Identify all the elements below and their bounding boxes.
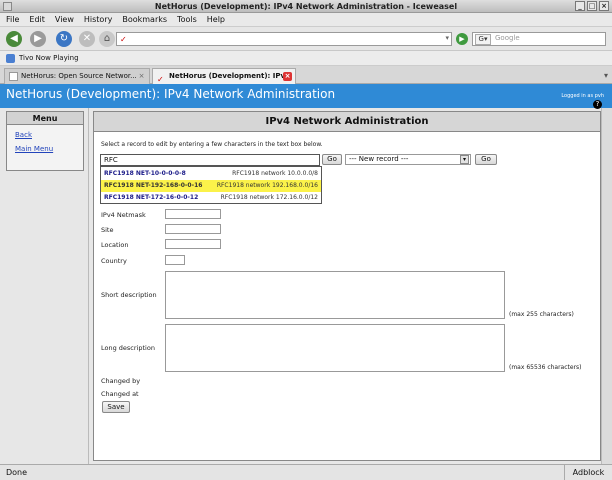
- reload-icon[interactable]: ↻: [56, 31, 72, 47]
- autocomplete-name: RFC1918 NET-192-168-0-0-16: [104, 182, 203, 189]
- autocomplete-item[interactable]: RFC1918 NET-10-0-0-0-8 RFC1918 network 1…: [101, 168, 321, 180]
- menu-bar: File Edit View History Bookmarks Tools Help: [0, 13, 612, 27]
- short-description-hint: (max 255 characters): [509, 311, 574, 318]
- new-record-select[interactable]: --- New record --- ▾: [345, 154, 471, 165]
- record-search-input[interactable]: RFC: [100, 154, 320, 166]
- maximize-button[interactable]: □: [587, 1, 597, 11]
- tab-label: NetHorus (Development): IPv...: [169, 72, 293, 80]
- page-icon: [9, 72, 18, 81]
- changed-at-label: Changed at: [101, 390, 139, 398]
- country-label: Country: [101, 257, 127, 265]
- menu-edit[interactable]: Edit: [29, 15, 45, 24]
- autocomplete-dropdown: RFC1918 NET-10-0-0-0-8 RFC1918 network 1…: [100, 166, 322, 204]
- save-button[interactable]: Save: [102, 401, 130, 413]
- status-bar: Done Adblock: [0, 464, 612, 480]
- short-description-textarea[interactable]: [165, 271, 505, 319]
- site-field[interactable]: [165, 224, 221, 234]
- url-dropdown-icon[interactable]: ▾: [445, 34, 449, 42]
- long-description-textarea[interactable]: [165, 324, 505, 372]
- menu-help[interactable]: Help: [207, 15, 225, 24]
- go-button[interactable]: Go: [322, 154, 342, 165]
- back-arrow-icon[interactable]: ◀: [6, 31, 22, 47]
- autocomplete-desc: RFC1918 network 192.168.0.0/16: [216, 182, 318, 189]
- page-header: NetHorus (Development): IPv4 Network Adm…: [0, 84, 612, 109]
- menu-link-main-menu[interactable]: Main Menu: [15, 145, 83, 153]
- bookmark-icon: [6, 54, 15, 63]
- status-text: Done: [6, 468, 28, 477]
- short-description-label: Short description: [101, 291, 157, 299]
- record-search-value: RFC: [104, 156, 118, 164]
- page-title: NetHorus (Development): IPv4 Network Adm…: [6, 87, 336, 101]
- autocomplete-item-highlighted[interactable]: RFC1918 NET-192-168-0-0-16 RFC1918 netwo…: [101, 180, 321, 192]
- site-label: Site: [101, 226, 114, 234]
- tab-list-icon[interactable]: ▾: [604, 71, 608, 80]
- go-arrow-icon[interactable]: ▶: [456, 33, 468, 45]
- app-icon: [3, 2, 12, 11]
- menu-history[interactable]: History: [84, 15, 112, 24]
- chevron-down-icon[interactable]: ▾: [460, 155, 469, 164]
- menu-bookmarks[interactable]: Bookmarks: [122, 15, 167, 24]
- instruction-text: Select a record to edit by entering a fe…: [101, 141, 323, 148]
- autocomplete-desc: RFC1918 network 10.0.0.0/8: [232, 170, 318, 177]
- forward-arrow-icon[interactable]: ▶: [30, 31, 46, 47]
- sidebar-menu: Menu Back Main Menu: [6, 111, 84, 171]
- close-icon[interactable]: ×: [283, 72, 292, 81]
- close-window-button[interactable]: ×: [599, 1, 609, 11]
- menu-link-back[interactable]: Back: [15, 131, 83, 139]
- location-field[interactable]: [165, 239, 221, 249]
- search-placeholder: Google: [495, 34, 520, 42]
- menu-view[interactable]: View: [55, 15, 74, 24]
- new-record-value: --- New record ---: [349, 155, 409, 163]
- url-bar[interactable]: ✓ ▾: [116, 32, 452, 46]
- site-favicon-icon: ✓: [120, 35, 127, 44]
- menu-file[interactable]: File: [6, 15, 19, 24]
- search-box[interactable]: G▾ Google: [472, 32, 606, 46]
- long-description-hint: (max 65536 characters): [509, 364, 582, 371]
- page-scrollbar[interactable]: [601, 108, 612, 464]
- minimize-button[interactable]: _: [575, 1, 585, 11]
- close-icon[interactable]: ×: [137, 72, 146, 81]
- window-title: NetHorus (Development): IPv4 Network Adm…: [154, 2, 458, 11]
- search-engine-icon[interactable]: G▾: [475, 34, 491, 45]
- tab-label: NetHorus: Open Source Networ...: [21, 72, 137, 80]
- bookmark-tivo[interactable]: Tivo Now Playing: [19, 51, 79, 66]
- location-label: Location: [101, 241, 129, 249]
- tab-nethorus-development[interactable]: ✓ NetHorus (Development): IPv... ×: [152, 68, 296, 84]
- site-favicon-icon: ✓: [157, 75, 164, 84]
- autocomplete-name: RFC1918 NET-172-16-0-0-12: [104, 194, 199, 201]
- menu-title: Menu: [7, 112, 83, 125]
- netmask-label: IPv4 Netmask: [101, 211, 146, 219]
- window-titlebar: NetHorus (Development): IPv4 Network Adm…: [0, 0, 612, 13]
- panel-title: IPv4 Network Administration: [94, 112, 600, 132]
- go-new-record-button[interactable]: Go: [475, 154, 497, 165]
- menu-tools[interactable]: Tools: [177, 15, 197, 24]
- netmask-field[interactable]: [165, 209, 221, 219]
- stop-icon[interactable]: ✕: [79, 31, 95, 47]
- navigation-toolbar: ◀ ▶ ↻ ✕ ⌂ ✓ ▾ ▶ G▾ Google: [0, 27, 612, 51]
- autocomplete-item[interactable]: RFC1918 NET-172-16-0-0-12 RFC1918 networ…: [101, 192, 321, 204]
- adblock-button[interactable]: Adblock: [564, 465, 612, 480]
- bookmarks-bar: Tivo Now Playing: [0, 51, 612, 66]
- long-description-label: Long description: [101, 344, 155, 352]
- sidebar-divider: [88, 108, 89, 464]
- autocomplete-name: RFC1918 NET-10-0-0-0-8: [104, 170, 186, 177]
- tab-bar: NetHorus: Open Source Networ... × ✓ NetH…: [0, 66, 612, 84]
- logged-in-link[interactable]: Logged in as pvh: [561, 93, 604, 99]
- changed-by-label: Changed by: [101, 377, 141, 385]
- autocomplete-desc: RFC1918 network 172.16.0.0/12: [220, 194, 318, 201]
- home-icon[interactable]: ⌂: [99, 31, 115, 47]
- country-field[interactable]: [165, 255, 185, 265]
- tab-nethorus-open-source[interactable]: NetHorus: Open Source Networ... ×: [4, 68, 150, 84]
